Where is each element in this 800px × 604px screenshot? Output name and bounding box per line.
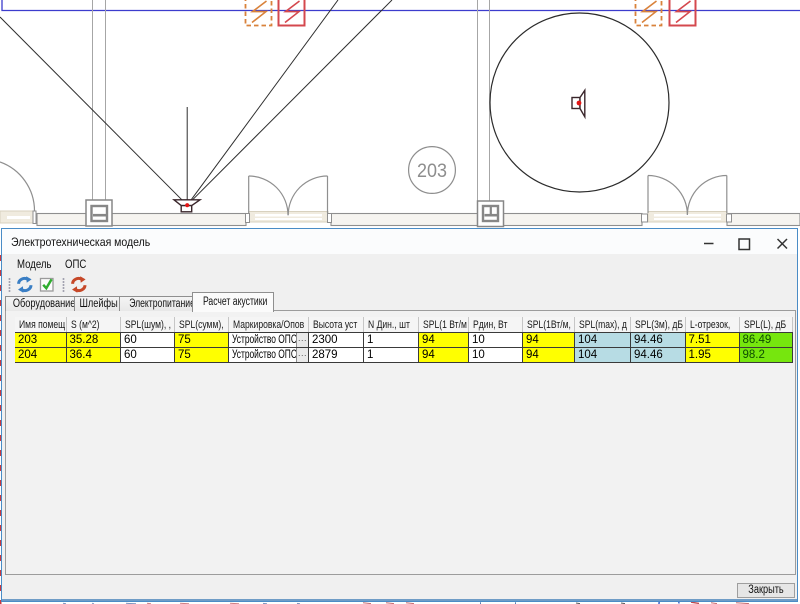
svg-text:203: 203 xyxy=(417,161,447,182)
